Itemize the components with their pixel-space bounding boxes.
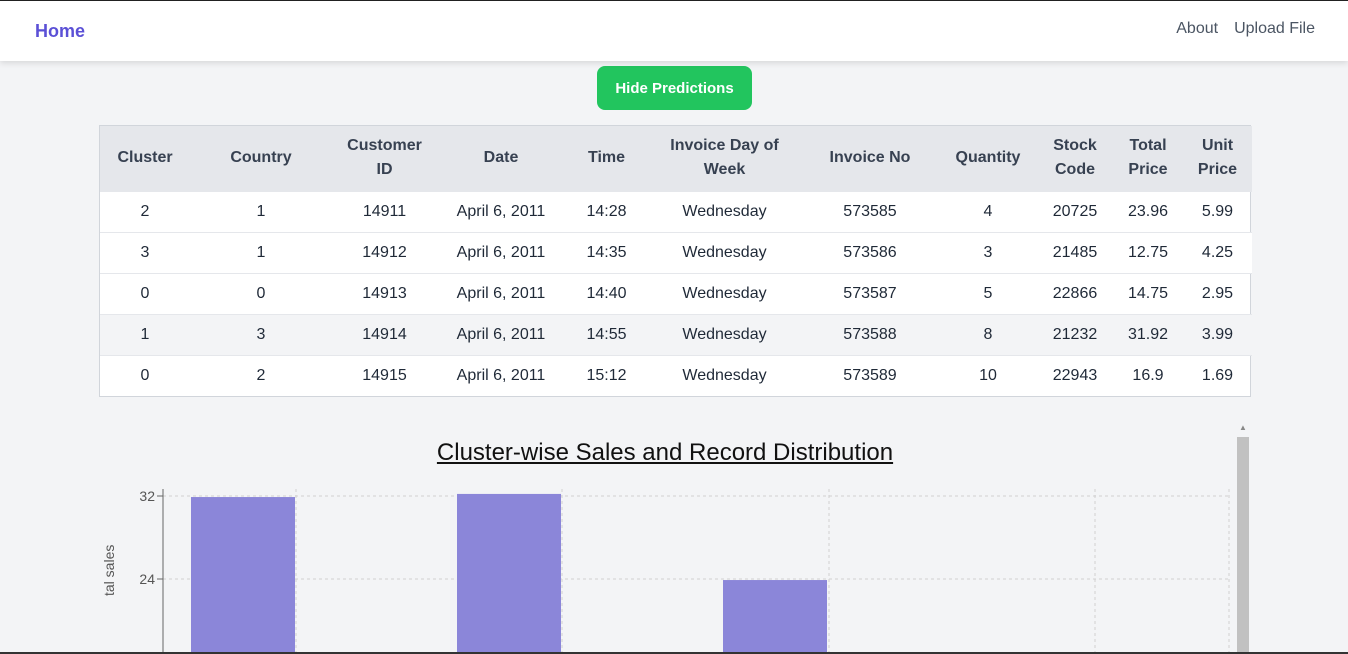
table-cell: 3 (939, 231, 1037, 273)
table-cell: Wednesday (648, 231, 801, 273)
table-cell: 1.69 (1183, 354, 1252, 396)
table-cell: 14:28 (565, 190, 648, 232)
chart-title: Cluster-wise Sales and Record Distributi… (436, 439, 894, 466)
table-cell: 14:55 (565, 313, 648, 355)
bar (191, 497, 295, 654)
table-cell: 22943 (1037, 354, 1113, 396)
table-cell: April 6, 2011 (437, 313, 565, 355)
table-cell: 14914 (332, 313, 437, 355)
table-cell: 16.9 (1113, 354, 1183, 396)
header-quantity: Quantity (939, 126, 1037, 191)
table-cell: 14911 (332, 190, 437, 232)
table-cell: 573588 (801, 313, 939, 355)
table-cell: 14912 (332, 231, 437, 273)
table-row: 0 0 14913 April 6, 2011 14:40 Wednesday 573587… (100, 272, 1252, 314)
table-cell: 10 (939, 354, 1037, 396)
header-stock-code: Stock Code (1037, 126, 1113, 191)
table-cell: 5.99 (1183, 190, 1252, 232)
table-cell: Wednesday (648, 190, 801, 232)
table-cell: 2 (100, 190, 190, 232)
table-cell: 1 (190, 231, 332, 273)
header-date: Date (437, 126, 565, 191)
header-time: Time (565, 126, 648, 191)
table-cell: 22866 (1037, 272, 1113, 314)
table-cell: 573587 (801, 272, 939, 314)
y-tick-label: 24 (139, 571, 155, 587)
table-cell: 23.96 (1113, 190, 1183, 232)
table-cell: 573586 (801, 231, 939, 273)
chart-scrollbar[interactable]: ▲ (1236, 421, 1250, 654)
header-invoice-no: Invoice No (801, 126, 939, 191)
table-row: 2 1 14911 April 6, 2011 14:28 Wednesday 573585… (100, 190, 1252, 232)
table-cell: 15:12 (565, 354, 648, 396)
table-cell: 2 (190, 354, 332, 396)
predictions-table: Cluster Country Customer ID Date Time In… (99, 125, 1252, 397)
y-tick-label: 32 (139, 488, 155, 504)
nav-upload-file-link[interactable]: Upload File (1234, 20, 1315, 38)
table-cell: 573589 (801, 354, 939, 396)
table-cell: April 6, 2011 (437, 272, 565, 314)
table-cell: 573585 (801, 190, 939, 232)
table-cell: 0 (100, 272, 190, 314)
hide-predictions-button[interactable]: Hide Predictions (597, 66, 752, 110)
table-cell: 8 (939, 313, 1037, 355)
table-cell: Wednesday (648, 313, 801, 355)
nav-about-link[interactable]: About (1176, 20, 1218, 38)
table-cell: 21485 (1037, 231, 1113, 273)
table-cell: 31.92 (1113, 313, 1183, 355)
table-cell: 4.25 (1183, 231, 1252, 273)
table-cell: April 6, 2011 (437, 190, 565, 232)
nav-links: About Upload File (1176, 20, 1315, 38)
table-cell: April 6, 2011 (437, 354, 565, 396)
table-cell: Wednesday (648, 272, 801, 314)
table-row: 3 1 14912 April 6, 2011 14:35 Wednesday 573586… (100, 231, 1252, 273)
table-cell: 3 (190, 313, 332, 355)
chart-panel: 32 24 Cluster-wise Sales and Record Distr… (99, 421, 1251, 654)
table-row: 1 3 14914 April 6, 2011 14:55 Wednesday 573588… (100, 313, 1252, 355)
table-cell: 14:35 (565, 231, 648, 273)
table-row: 0 2 14915 April 6, 2011 15:12 Wednesday 573589… (100, 354, 1252, 396)
nav-home-link[interactable]: Home (35, 21, 85, 42)
header-total-price: Total Price (1113, 126, 1183, 191)
scroll-thumb[interactable] (1237, 437, 1249, 654)
table-header-row: Cluster Country Customer ID Date Time In… (100, 126, 1252, 191)
scroll-up-arrow-icon[interactable]: ▲ (1239, 423, 1247, 432)
table-cell: Wednesday (648, 354, 801, 396)
header-invoice-day: Invoice Day of Week (648, 126, 801, 191)
table-cell: 5 (939, 272, 1037, 314)
table-cell: April 6, 2011 (437, 231, 565, 273)
table-cell: 20725 (1037, 190, 1113, 232)
table-cell: 3 (100, 231, 190, 273)
navbar: Home About Upload File (0, 1, 1348, 61)
table-cell: 0 (100, 354, 190, 396)
table-cell: 1 (190, 190, 332, 232)
y-axis-label: tal sales (101, 544, 117, 596)
table-cell: 1 (100, 313, 190, 355)
table-cell: 21232 (1037, 313, 1113, 355)
header-unit-price: Unit Price (1183, 126, 1252, 191)
table-cell: 14913 (332, 272, 437, 314)
table-cell: 14:40 (565, 272, 648, 314)
table-cell: 14.75 (1113, 272, 1183, 314)
header-cluster: Cluster (100, 126, 190, 191)
table-cell: 14915 (332, 354, 437, 396)
bar (723, 580, 827, 654)
table-cell: 4 (939, 190, 1037, 232)
table-cell: 12.75 (1113, 231, 1183, 273)
bar (457, 493, 561, 654)
header-country: Country (190, 126, 332, 191)
table-cell: 2.95 (1183, 272, 1252, 314)
table-cell: 0 (190, 272, 332, 314)
header-customer-id: Customer ID (332, 126, 437, 191)
table-cell: 3.99 (1183, 313, 1252, 355)
